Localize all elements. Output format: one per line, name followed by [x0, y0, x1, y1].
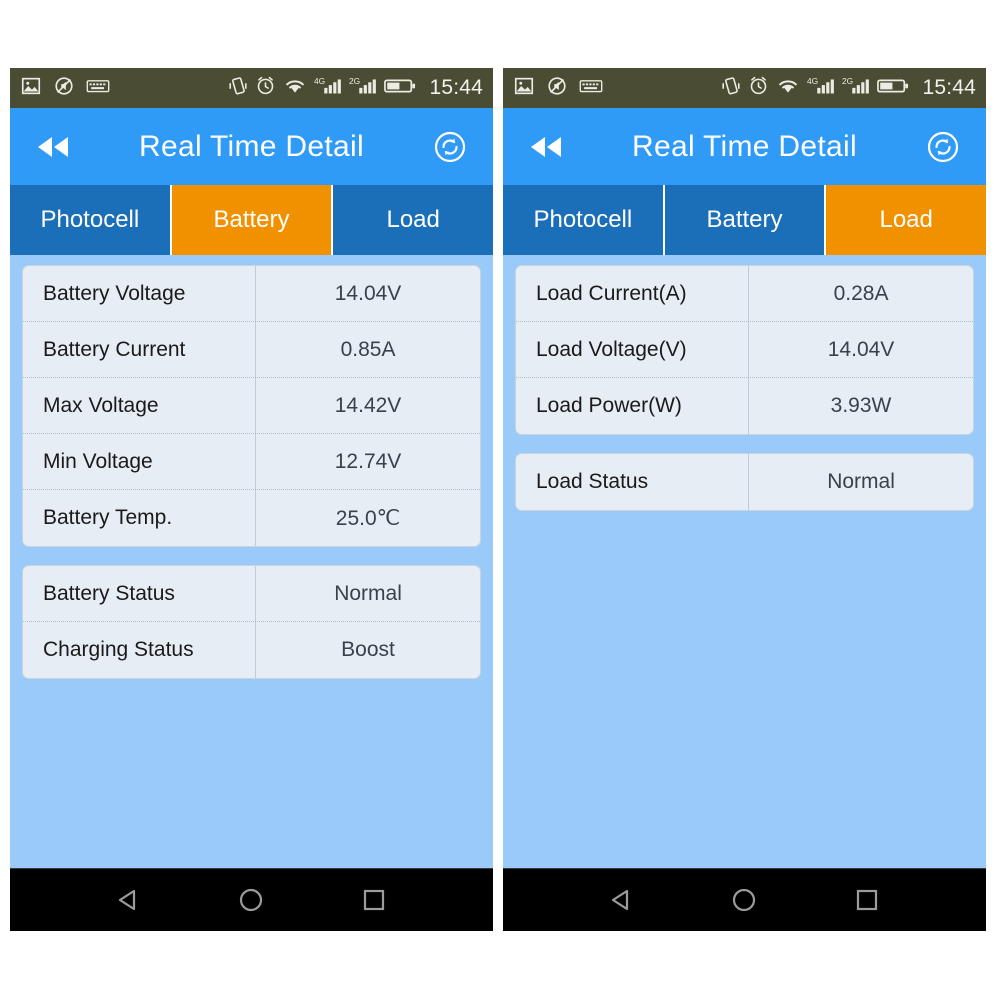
load-status-card: Load Status Normal: [515, 453, 974, 511]
battery-icon: [877, 77, 909, 100]
rewind-back-icon[interactable]: [30, 124, 76, 170]
table-row: Load Voltage(V) 14.04V: [516, 322, 973, 378]
status-bar-clock: 15:44: [922, 76, 976, 99]
signal-2g-icon: 2G: [842, 75, 870, 102]
page-title: Real Time Detail: [632, 129, 857, 163]
row-value: 12.74V: [334, 449, 402, 473]
battery-icon: [384, 77, 416, 100]
keyboard-icon: [86, 76, 110, 101]
status-bar-right-icons: 4G 2G 15:44: [228, 75, 483, 102]
table-row: Load Current(A) 0.28A: [516, 266, 973, 322]
status-bar-clock: 15:44: [429, 76, 483, 99]
phone-screen-load: 4G 2G 15:44 Real Time Detail Photocell B…: [503, 68, 986, 931]
rewind-back-icon[interactable]: [523, 124, 569, 170]
screenshot-stage: 4G 2G 15:44 Real Time Detail Photocell B…: [0, 0, 1000, 1000]
tab-photocell[interactable]: Photocell: [10, 185, 172, 255]
row-label: Charging Status: [23, 622, 257, 678]
signal-4g-icon: 4G: [807, 75, 835, 102]
signal-4g-label: 4G: [807, 76, 818, 86]
row-value: 14.04V: [827, 337, 895, 361]
back-triangle-icon[interactable]: [600, 878, 644, 922]
table-row: Min Voltage 12.74V: [23, 434, 480, 490]
table-row: Battery Status Normal: [23, 566, 480, 622]
status-bar: 4G 2G 15:44: [503, 68, 986, 108]
table-row: Battery Current 0.85A: [23, 322, 480, 378]
refresh-sync-icon[interactable]: [920, 124, 966, 170]
app-header: Real Time Detail: [10, 108, 493, 185]
signal-2g-icon: 2G: [349, 75, 377, 102]
status-bar-right-icons: 4G 2G 15:44: [721, 75, 976, 102]
refresh-sync-icon[interactable]: [427, 124, 473, 170]
android-nav-bar: [10, 868, 493, 931]
row-value: 0.28A: [833, 281, 889, 305]
tab-battery[interactable]: Battery: [664, 185, 827, 255]
status-badge: Normal: [334, 581, 402, 605]
alarm-icon: [255, 75, 276, 101]
row-label: Battery Voltage: [23, 266, 257, 321]
app-header: Real Time Detail: [503, 108, 986, 185]
back-triangle-icon[interactable]: [107, 878, 151, 922]
row-label: Battery Temp.: [23, 490, 257, 546]
row-value: 14.42V: [334, 393, 402, 417]
table-row: Load Power(W) 3.93W: [516, 378, 973, 434]
row-label: Load Status: [516, 454, 750, 510]
image-icon: [20, 75, 42, 102]
wifi-icon: [776, 76, 800, 101]
row-label: Max Voltage: [23, 378, 257, 433]
tab-battery[interactable]: Battery: [171, 185, 334, 255]
status-bar-left-icons: [513, 75, 603, 102]
signal-2g-label: 2G: [349, 76, 360, 86]
panel-content-load: Load Current(A) 0.28A Load Voltage(V) 14…: [503, 255, 986, 868]
alarm-icon: [748, 75, 769, 101]
table-row: Battery Voltage 14.04V: [23, 266, 480, 322]
signal-4g-label: 4G: [314, 76, 325, 86]
tab-bar-load: Photocell Battery Load: [503, 185, 986, 255]
row-label: Battery Status: [23, 566, 257, 621]
row-label: Load Voltage(V): [516, 322, 750, 377]
battery-measurements-card: Battery Voltage 14.04V Battery Current 0…: [22, 265, 481, 547]
row-value: 3.93W: [830, 394, 892, 417]
status-badge: Normal: [827, 470, 895, 493]
row-value: 25.0℃: [335, 506, 401, 530]
table-row: Battery Temp. 25.0℃: [23, 490, 480, 546]
row-label: Load Current(A): [516, 266, 750, 321]
tab-photocell[interactable]: Photocell: [503, 185, 665, 255]
status-bar: 4G 2G 15:44: [10, 68, 493, 108]
android-nav-bar: [503, 868, 986, 931]
tab-load[interactable]: Load: [826, 185, 986, 255]
page-title: Real Time Detail: [139, 129, 364, 163]
tab-load[interactable]: Load: [333, 185, 493, 255]
signal-4g-icon: 4G: [314, 75, 342, 102]
row-label: Min Voltage: [23, 434, 257, 489]
row-label: Battery Current: [23, 322, 257, 377]
load-measurements-card: Load Current(A) 0.28A Load Voltage(V) 14…: [515, 265, 974, 435]
recents-square-icon[interactable]: [845, 878, 889, 922]
table-row: Load Status Normal: [516, 454, 973, 510]
recents-square-icon[interactable]: [352, 878, 396, 922]
home-circle-icon[interactable]: [229, 878, 273, 922]
status-badge: Boost: [341, 638, 395, 661]
tab-bar-battery: Photocell Battery Load: [10, 185, 493, 255]
keyboard-icon: [579, 76, 603, 101]
panel-content-battery: Battery Voltage 14.04V Battery Current 0…: [10, 255, 493, 868]
row-value: 14.04V: [334, 281, 402, 305]
home-circle-icon[interactable]: [722, 878, 766, 922]
phone-screen-battery: 4G 2G 15:44 Real Time Detail Photocell B…: [10, 68, 493, 931]
row-label: Load Power(W): [516, 378, 750, 434]
status-bar-left-icons: [20, 75, 110, 102]
vibrate-icon: [721, 75, 741, 102]
table-row: Charging Status Boost: [23, 622, 480, 678]
mute-circle-icon: [546, 75, 568, 102]
image-icon: [513, 75, 535, 102]
signal-2g-label: 2G: [842, 76, 853, 86]
battery-status-card: Battery Status Normal Charging Status Bo…: [22, 565, 481, 679]
row-value: 0.85A: [340, 337, 396, 361]
table-row: Max Voltage 14.42V: [23, 378, 480, 434]
vibrate-icon: [228, 75, 248, 102]
mute-circle-icon: [53, 75, 75, 102]
wifi-icon: [283, 76, 307, 101]
